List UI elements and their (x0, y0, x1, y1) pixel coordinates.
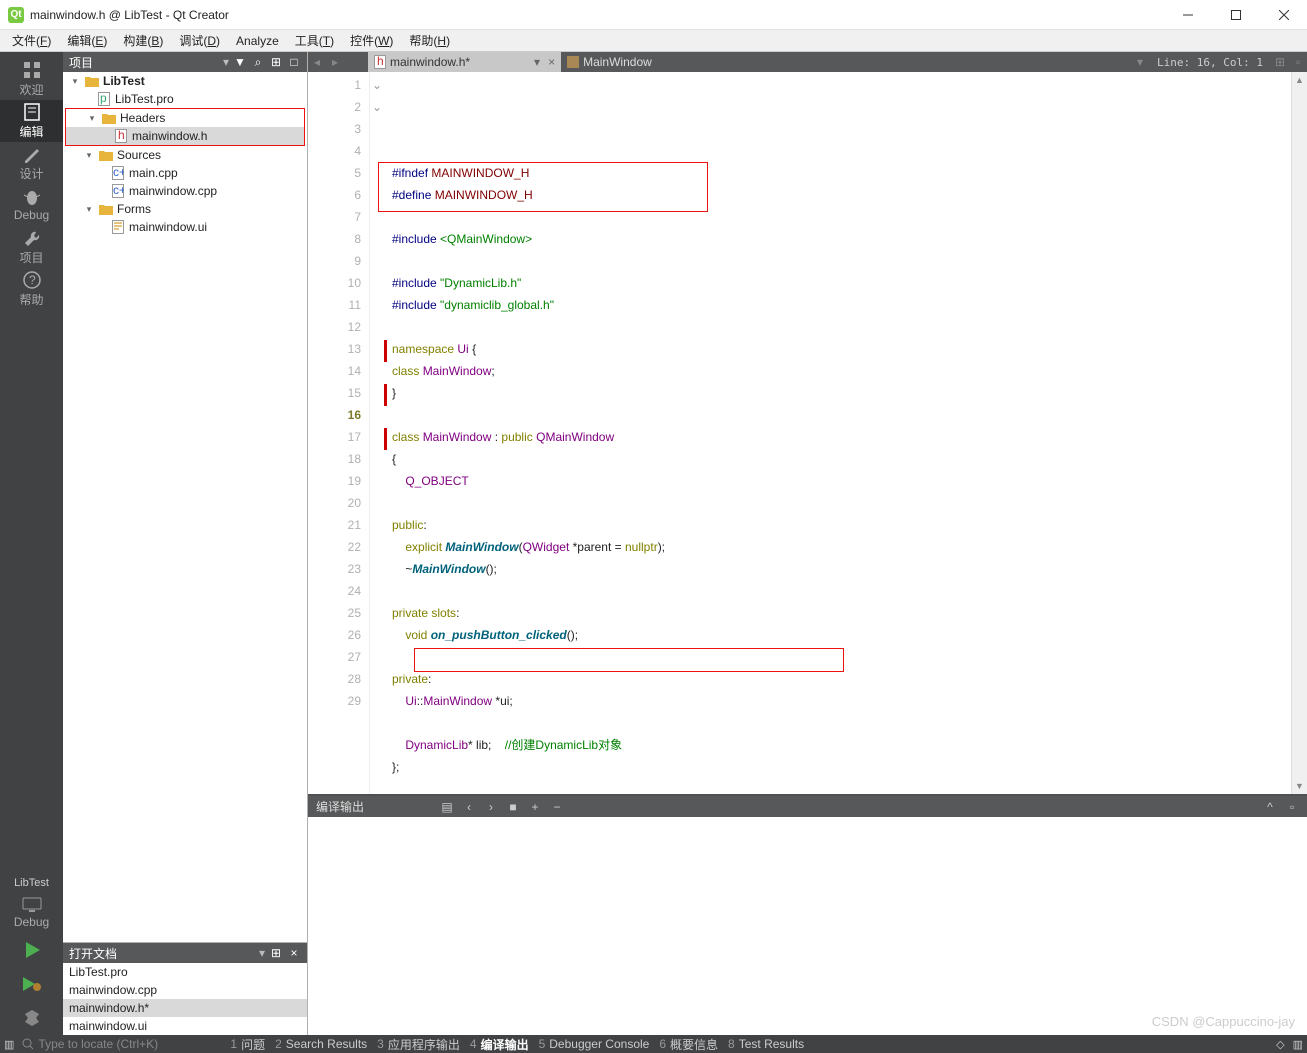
split-editor-icon[interactable]: ⊞ (1271, 55, 1289, 69)
open-doc-item[interactable]: LibTest.pro (63, 963, 307, 981)
tree-folder-sources[interactable]: ▾ Sources (63, 146, 307, 164)
status-tab[interactable]: 3 应用程序输出 (377, 1036, 460, 1053)
title-bar: Qt mainwindow.h @ LibTest - Qt Creator (0, 0, 1307, 30)
split-icon[interactable]: ⊞ (269, 946, 283, 960)
minimize-button[interactable] (1173, 5, 1203, 25)
mode-Debug[interactable]: Debug (0, 184, 63, 226)
output-panel-body[interactable]: CSDN @Cappuccino-jay (308, 817, 1307, 1035)
tree-file-pro[interactable]: p LibTest.pro (63, 90, 307, 108)
open-docs-header: 打开文档 ▾ ⊞ × (63, 943, 307, 963)
project-tree[interactable]: ▾ LibTest p LibTest.pro ▾ Headers h main… (63, 72, 307, 942)
debug-run-button[interactable] (21, 967, 43, 1001)
vertical-scrollbar[interactable]: ▲ ▼ (1291, 72, 1307, 794)
fold-gutter[interactable]: ⌄⌄ (370, 72, 384, 794)
svg-text:?: ? (29, 273, 36, 287)
close-button[interactable] (1269, 5, 1299, 25)
popout-output-icon[interactable]: ▫ (1285, 800, 1299, 814)
menu-item[interactable]: Analyze (230, 32, 285, 50)
status-close-icon[interactable]: ◇ (1276, 1038, 1284, 1051)
filter-icon[interactable]: ▼ (233, 55, 247, 69)
nav-fwd-icon[interactable]: ▸ (326, 55, 344, 69)
code-editor[interactable]: 1234567891011121314151617181920212223242… (308, 72, 1307, 794)
open-doc-item[interactable]: mainwindow.h* (63, 999, 307, 1017)
code-area[interactable]: #ifndef MAINWINDOW_H #define MAINWINDOW_… (384, 72, 1291, 794)
svg-text:h: h (377, 55, 384, 68)
open-doc-item[interactable]: mainwindow.ui (63, 1017, 307, 1035)
menu-item[interactable]: 控件(W) (344, 30, 399, 51)
editor-menu-icon[interactable]: ▫ (1289, 55, 1307, 69)
mode-设计[interactable]: 设计 (0, 142, 63, 184)
tree-file-main-cpp[interactable]: c+ main.cpp (63, 164, 307, 182)
menu-item[interactable]: 工具(T) (289, 30, 340, 51)
mode-欢迎[interactable]: 欢迎 (0, 58, 63, 100)
status-bar: ▥ Type to locate (Ctrl+K) 1 问题 2 Search R… (0, 1035, 1307, 1053)
kit-selector[interactable]: Debug (0, 891, 63, 933)
file-tab[interactable]: h mainwindow.h* ▾ × (368, 52, 561, 72)
toggle-sidebar-icon[interactable]: ▥ (4, 1038, 14, 1051)
file-tab-label: mainwindow.h* (390, 55, 470, 69)
svg-text:c+: c+ (113, 166, 124, 179)
expand-output-icon[interactable]: ^ (1263, 800, 1277, 814)
open-docs-title: 打开文档 (69, 945, 160, 962)
zoom-out-icon[interactable]: − (550, 800, 564, 814)
prev-output-icon[interactable]: ‹ (462, 800, 476, 814)
nav-back-icon[interactable]: ◂ (308, 55, 326, 69)
project-panel-header: 项目 ▾ ▼ ⌕ ⊞ □ (63, 52, 307, 72)
zoom-in-icon[interactable]: + (528, 800, 542, 814)
project-panel-title: 项目 (69, 54, 219, 71)
symbol-tab[interactable]: MainWindow (561, 52, 658, 72)
cursor-position: Line: 16, Col: 1 (1149, 56, 1271, 69)
add-icon[interactable]: ⊞ (269, 55, 283, 69)
close-panel-icon[interactable]: × (287, 946, 301, 960)
window-title: mainwindow.h @ LibTest - Qt Creator (30, 8, 1173, 22)
output-panel-title: 编译输出 (316, 798, 364, 815)
maximize-button[interactable] (1221, 5, 1251, 25)
run-button[interactable] (22, 933, 42, 967)
menu-item[interactable]: 文件(F) (6, 30, 57, 51)
menu-item[interactable]: 帮助(H) (403, 30, 456, 51)
locator-input[interactable]: Type to locate (Ctrl+K) (22, 1037, 222, 1051)
status-right-icon[interactable]: ▥ (1293, 1038, 1303, 1051)
mode-sidebar: 欢迎编辑设计Debug项目?帮助 LibTest Debug (0, 52, 63, 1035)
line-gutter[interactable]: 1234567891011121314151617181920212223242… (308, 72, 370, 794)
next-output-icon[interactable]: › (484, 800, 498, 814)
output-panel-header: 编译输出 ▤ ‹ › ■ + − ^ ▫ (308, 796, 1307, 817)
mode-项目[interactable]: 项目 (0, 226, 63, 268)
svg-text:c+: c+ (113, 184, 124, 197)
tree-file-mainwindow-ui[interactable]: mainwindow.ui (63, 218, 307, 236)
link-icon[interactable]: ⌕ (251, 55, 265, 69)
tree-project-root[interactable]: ▾ LibTest (63, 72, 307, 90)
stop-output-icon[interactable]: ■ (506, 800, 520, 814)
kit-selector-project[interactable]: LibTest (14, 877, 49, 889)
tree-folder-forms[interactable]: ▾ Forms (63, 200, 307, 218)
tree-folder-headers[interactable]: ▾ Headers (66, 109, 304, 127)
mode-编辑[interactable]: 编辑 (0, 100, 63, 142)
status-tab[interactable]: 6 概要信息 (659, 1036, 718, 1053)
symbol-tab-label: MainWindow (583, 55, 652, 69)
tree-file-mainwindow-cpp[interactable]: c+ mainwindow.cpp (63, 182, 307, 200)
locator-placeholder: Type to locate (Ctrl+K) (38, 1037, 158, 1051)
build-button[interactable] (22, 1001, 42, 1035)
svg-text:p: p (100, 92, 107, 105)
close-tab-icon[interactable]: × (548, 55, 555, 69)
menu-item[interactable]: 调试(D) (173, 30, 226, 51)
svg-text:h: h (118, 129, 125, 142)
tree-file-mainwindow-h[interactable]: h mainwindow.h (66, 127, 304, 145)
watermark: CSDN @Cappuccino-jay (1152, 1014, 1295, 1029)
status-tab[interactable]: 1 问题 (230, 1036, 265, 1053)
split-icon[interactable]: □ (287, 55, 301, 69)
editor-toolbar: ◂ ▸ h mainwindow.h* ▾ × MainWindow ▾ Lin… (308, 52, 1307, 72)
status-tab[interactable]: 2 Search Results (275, 1036, 367, 1053)
open-doc-item[interactable]: mainwindow.cpp (63, 981, 307, 999)
mode-帮助[interactable]: ?帮助 (0, 268, 63, 310)
status-tab[interactable]: 8 Test Results (728, 1036, 804, 1053)
open-docs-list[interactable]: LibTest.promainwindow.cppmainwindow.h*ma… (63, 963, 307, 1035)
menu-bar: 文件(F)编辑(E)构建(B)调试(D)Analyze工具(T)控件(W)帮助(… (0, 30, 1307, 52)
filter-output-icon[interactable]: ▤ (440, 800, 454, 814)
status-tab[interactable]: 5 Debugger Console (539, 1036, 650, 1053)
app-icon: Qt (8, 7, 24, 23)
status-tab[interactable]: 4 编译输出 (470, 1036, 529, 1053)
menu-item[interactable]: 编辑(E) (61, 30, 113, 51)
menu-item[interactable]: 构建(B) (117, 30, 169, 51)
